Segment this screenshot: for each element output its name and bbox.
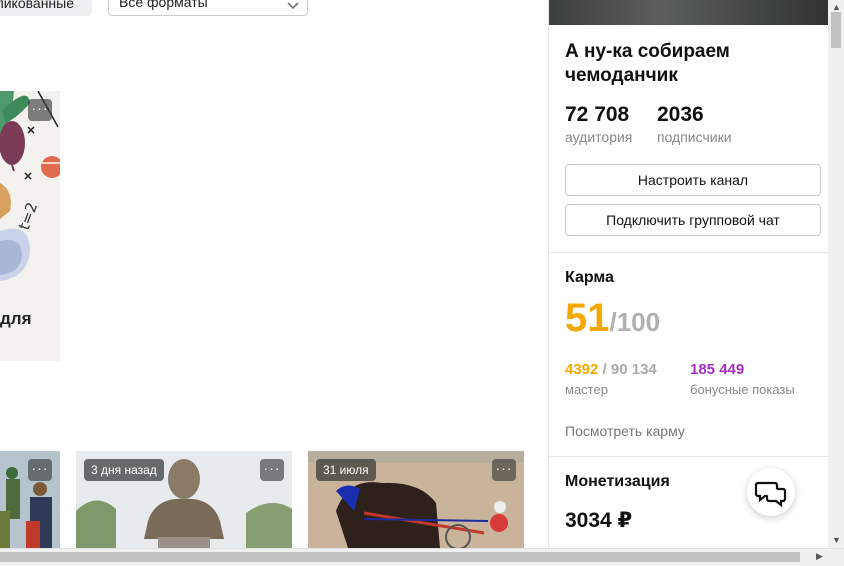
article-card[interactable]: 3 дня назад ··· [76,451,292,548]
karma-score-max: /100 [609,307,661,337]
divider [549,252,829,253]
bonus-value: 185 449 [690,361,745,378]
view-karma-link[interactable]: Посмотреть карму [565,423,685,439]
divider [549,456,829,457]
monetization-amount: 3034 ₽ [565,509,633,532]
monetization-title: Монетизация [565,473,670,490]
subscribers-stat: 2036 подписчики [657,102,732,146]
bonus-label: бонусные показы [690,382,795,397]
published-filter-label: Опубликованные [0,0,74,11]
card-caption: для [0,309,32,328]
horizontal-scrollbar[interactable]: ▶ [0,548,844,566]
date-badge: 31 июля [316,459,376,481]
format-select[interactable]: Все форматы [108,0,308,16]
master-stat: 4392 / 90 134 мастер [565,361,657,397]
published-filter-button[interactable]: Опубликованные [0,0,92,16]
chat-bubbles-icon [754,481,787,508]
karma-title: Карма [565,269,614,286]
karma-score-value: 51 [565,296,610,340]
scroll-down-arrow-icon[interactable]: ▼ [832,535,841,545]
format-select-value: Все форматы [119,0,208,10]
subscribers-value: 2036 [657,103,704,126]
scroll-right-arrow-icon[interactable]: ▶ [816,551,823,562]
scroll-up-arrow-icon[interactable]: ▲ [832,2,841,12]
svg-text:t=2: t=2 [15,200,41,232]
audience-value: 72 708 [565,103,630,126]
karma-score: 51/100 [565,296,660,341]
channel-cover-image [549,0,829,25]
article-card[interactable]: ··· [0,451,60,548]
more-horizontal-icon[interactable]: ··· [492,459,516,481]
more-horizontal-icon[interactable]: ··· [260,459,284,481]
configure-channel-button[interactable]: Настроить канал [565,164,821,196]
channel-name: А ну-ка собираем чемоданчик [565,41,730,86]
audience-label: аудитория [565,129,633,145]
main-content: Опубликованные Все форматы t=2 для ··· [0,0,548,548]
master-value: 4392 [565,361,599,378]
date-badge: 3 дня назад [84,459,164,481]
channel-sidebar: А ну-ка собираем чемоданчик 72 708 аудит… [548,0,829,548]
bonus-stat: 185 449 бонусные показы [690,361,795,397]
more-horizontal-icon[interactable]: ··· [28,459,52,481]
horizontal-scroll-thumb[interactable] [0,552,800,562]
chevron-down-icon [287,0,299,13]
subscribers-label: подписчики [657,129,732,145]
article-card[interactable]: 31 июля ··· [308,451,524,548]
vertical-scroll-thumb[interactable] [831,12,841,48]
connect-group-chat-button[interactable]: Подключить групповой чат [565,204,821,236]
master-total: / 90 134 [602,361,657,378]
more-horizontal-icon[interactable]: ··· [28,99,52,121]
article-card[interactable]: t=2 для ··· [0,91,60,361]
vertical-scrollbar[interactable]: ▲ ▼ [828,0,844,548]
master-label: мастер [565,382,608,397]
audience-stat: 72 708 аудитория [565,102,632,146]
chat-button[interactable] [747,468,795,516]
